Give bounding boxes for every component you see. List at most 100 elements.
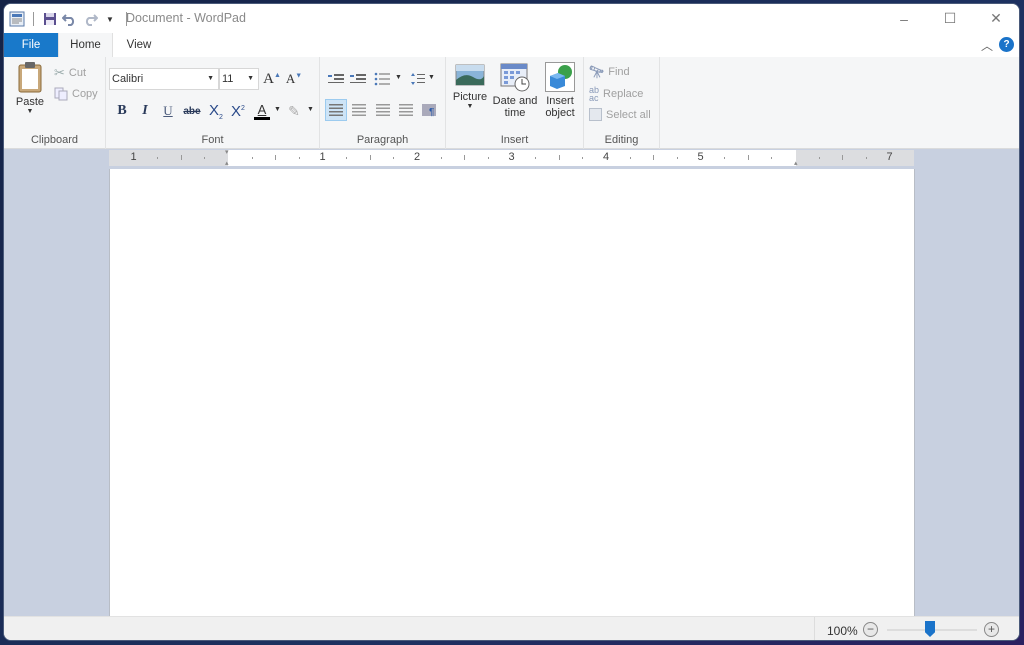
- clipboard-icon: [18, 62, 42, 93]
- editing-group: 🔭︎ Find ab ac Replace Select all Editing: [584, 57, 660, 149]
- bold-button[interactable]: B: [112, 101, 132, 121]
- ruler-tick: [676, 157, 678, 159]
- zoom-percentage: 100%: [827, 624, 858, 638]
- tab-view[interactable]: View: [114, 33, 164, 57]
- ruler-tick: [157, 157, 159, 159]
- bullet-list-icon: [374, 72, 390, 86]
- window-title: Document - WordPad: [126, 11, 246, 25]
- ruler-tick: [487, 157, 489, 159]
- ruler-tick: [724, 157, 726, 159]
- increase-indent-button[interactable]: [348, 69, 368, 89]
- grow-font-button[interactable]: A▲: [262, 69, 282, 89]
- align-left-button[interactable]: [325, 99, 347, 121]
- tab-home[interactable]: Home: [58, 33, 113, 57]
- ruler-tick: [204, 157, 206, 159]
- select-all-button[interactable]: Select all: [589, 108, 651, 121]
- font-color-button[interactable]: A: [252, 101, 272, 121]
- justify-icon: [399, 104, 413, 116]
- wordpad-app-icon[interactable]: [9, 11, 25, 27]
- justify-button[interactable]: [396, 100, 416, 120]
- bullets-button[interactable]: [372, 69, 392, 89]
- help-icon[interactable]: ?: [999, 37, 1014, 52]
- line-spacing-dropdown-icon[interactable]: ▼: [428, 74, 435, 81]
- replace-icon: ab ac: [589, 85, 600, 103]
- save-icon[interactable]: [42, 11, 58, 27]
- shrink-font-button[interactable]: A▼: [284, 69, 304, 89]
- picture-dropdown-icon: ▼: [466, 103, 474, 110]
- find-button[interactable]: 🔭︎ Find: [589, 65, 630, 79]
- paragraph-icon: ¶: [422, 104, 436, 117]
- insert-object-button[interactable]: Insert object: [540, 62, 580, 119]
- paste-button[interactable]: Paste ▼: [12, 61, 48, 131]
- ruler-tick: [818, 157, 820, 159]
- right-indent-marker[interactable]: ▴: [794, 159, 798, 167]
- minimize-button[interactable]: –: [881, 4, 927, 33]
- highlighter-icon: ✎: [288, 102, 300, 119]
- replace-button[interactable]: ab ac Replace: [589, 85, 643, 103]
- ruler-tick: [629, 157, 631, 159]
- zoom-in-button[interactable]: +: [984, 622, 999, 637]
- strikethrough-button[interactable]: abe: [182, 101, 202, 121]
- superscript-button[interactable]: X2: [228, 101, 248, 121]
- ruler-tick: [251, 157, 253, 159]
- date-time-button[interactable]: Date and time: [492, 62, 538, 119]
- subscript-button[interactable]: X2: [206, 101, 226, 121]
- maximize-button[interactable]: ☐: [927, 4, 973, 33]
- underline-button[interactable]: U: [158, 101, 178, 121]
- paragraph-group-label: Paragraph: [356, 134, 409, 146]
- zoom-out-button[interactable]: −: [863, 622, 878, 637]
- paragraph-group: ▼ ▼ ¶ Paragraph: [320, 57, 446, 149]
- font-family-value: Calibri: [112, 73, 144, 85]
- paragraph-settings-button[interactable]: ¶: [420, 100, 440, 120]
- left-indent-marker[interactable]: ▴: [225, 159, 229, 167]
- ribbon-tabs: File Home View ︿ ?: [4, 33, 1019, 57]
- redo-icon[interactable]: [82, 11, 98, 27]
- ruler-tick: [535, 157, 537, 159]
- grow-font-icon: A▲: [263, 70, 281, 87]
- ruler-tick: [582, 157, 584, 159]
- font-family-select[interactable]: Calibri ▼: [109, 68, 219, 90]
- close-button[interactable]: ✕: [973, 4, 1019, 33]
- binoculars-icon: 🔭︎: [589, 65, 605, 79]
- ruler-label: 3: [508, 151, 515, 163]
- ruler-label: 7: [886, 151, 893, 163]
- wordpad-window: ▼ Document - WordPad – ☐ ✕ File Home Vie…: [3, 3, 1020, 641]
- status-bar: 100% − +: [4, 616, 1019, 640]
- ruler-tick: [464, 155, 466, 160]
- line-spacing-icon: [411, 73, 425, 85]
- picture-label: Picture: [452, 91, 488, 103]
- find-label: Find: [608, 66, 630, 78]
- zoom-slider-thumb[interactable]: [925, 621, 935, 637]
- select-all-icon: [589, 108, 602, 121]
- document-page[interactable]: [109, 169, 915, 616]
- bullets-dropdown-icon[interactable]: ▼: [395, 74, 402, 81]
- minus-icon: −: [866, 622, 874, 636]
- line-spacing-button[interactable]: [408, 69, 428, 89]
- cut-button[interactable]: ✂ Cut: [54, 65, 86, 81]
- decrease-indent-button[interactable]: [326, 69, 346, 89]
- italic-button[interactable]: I: [135, 101, 155, 121]
- align-right-button[interactable]: [373, 100, 393, 120]
- font-size-select[interactable]: 11 ▼: [219, 68, 259, 90]
- date-time-label-2: time: [504, 107, 526, 119]
- collapse-ribbon-icon[interactable]: ︿: [981, 37, 993, 54]
- ruler-tick: [346, 157, 348, 159]
- date-time-label-1: Date and: [492, 95, 538, 107]
- highlight-button[interactable]: ✎: [284, 101, 304, 121]
- ruler-label: 4: [603, 151, 610, 163]
- picture-button[interactable]: Picture ▼: [450, 62, 490, 110]
- first-line-indent-marker[interactable]: ▾: [225, 148, 229, 156]
- separator: [33, 12, 34, 26]
- font-color-dropdown-icon[interactable]: ▼: [274, 106, 281, 113]
- font-size-value: 11: [222, 73, 234, 85]
- align-center-button[interactable]: [349, 100, 369, 120]
- tab-file[interactable]: File: [4, 33, 58, 57]
- ruler[interactable]: ▾ ▴ ▴ 1 1 2 3 4 5 7: [109, 148, 914, 167]
- undo-icon[interactable]: [62, 11, 78, 27]
- highlight-dropdown-icon[interactable]: ▼: [307, 106, 314, 113]
- clipboard-group: Paste ▼ ✂ Cut Copy Clipboard: [4, 57, 106, 149]
- customize-dropdown-icon[interactable]: ▼: [102, 11, 118, 27]
- copy-button[interactable]: Copy: [54, 87, 98, 101]
- calendar-clock-icon: [500, 63, 530, 92]
- shrink-font-icon: A▼: [285, 71, 303, 86]
